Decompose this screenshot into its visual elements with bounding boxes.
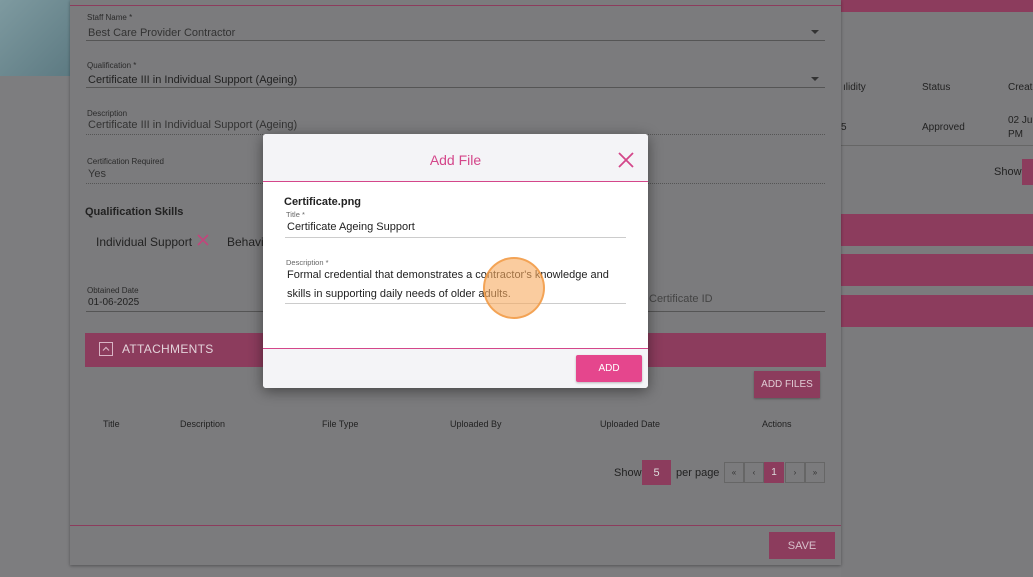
title-input[interactable]: Certificate Ageing Support bbox=[287, 221, 415, 233]
chevron-down-icon[interactable] bbox=[811, 30, 819, 34]
collapse-icon[interactable] bbox=[99, 342, 113, 356]
bg-section-bar-1 bbox=[841, 214, 1033, 246]
obtained-date-input[interactable]: 01-06-2025 bbox=[88, 297, 139, 308]
bg-row-status: Approved bbox=[922, 122, 965, 133]
bg-row-divider bbox=[841, 145, 1033, 146]
description-textarea[interactable]: Formal credential that demonstrates a co… bbox=[287, 266, 627, 304]
page-size-select[interactable]: 5 bbox=[642, 460, 671, 485]
qualification-underline bbox=[86, 87, 825, 88]
page-1-button[interactable]: 1 bbox=[764, 462, 784, 483]
bg-row-created-time: PM bbox=[1008, 129, 1023, 140]
title-field-label: Title * bbox=[286, 210, 305, 219]
col-actions: Actions bbox=[762, 419, 792, 429]
add-button[interactable]: ADD bbox=[576, 355, 642, 382]
background-header-bar bbox=[841, 0, 1033, 12]
bg-page-size bbox=[1022, 159, 1033, 185]
description-label: Description bbox=[87, 109, 128, 118]
bg-col-created: Create bbox=[1008, 82, 1033, 93]
background-image bbox=[0, 0, 70, 76]
modal-title: Add File bbox=[429, 152, 482, 168]
file-name: Certificate.png bbox=[284, 196, 362, 208]
staff-name-select[interactable]: Best Care Provider Contractor bbox=[88, 27, 235, 39]
first-page-button[interactable]: « bbox=[724, 462, 744, 483]
col-file-type: File Type bbox=[322, 419, 359, 429]
bg-row-validity: 5 bbox=[841, 122, 847, 133]
chevron-down-icon[interactable] bbox=[811, 77, 819, 81]
col-uploaded-date: Uploaded Date bbox=[600, 419, 661, 429]
bg-row-created: 02 Ju bbox=[1008, 115, 1033, 126]
close-icon[interactable] bbox=[617, 151, 635, 169]
qualification-label: Qualification * bbox=[87, 61, 137, 70]
attachments-title: ATTACHMENTS bbox=[122, 342, 214, 356]
skill-chip: Behavi bbox=[227, 235, 264, 249]
prev-page-button[interactable]: ‹ bbox=[744, 462, 764, 483]
click-indicator bbox=[483, 257, 545, 319]
bg-show-label: Show bbox=[994, 166, 1022, 178]
bg-section-bar-2 bbox=[841, 254, 1033, 286]
certificate-id-input[interactable]: Certificate ID bbox=[649, 293, 713, 305]
footer-divider bbox=[70, 525, 841, 526]
col-uploaded-by: Uploaded By bbox=[450, 419, 502, 429]
cert-required-field: Yes bbox=[88, 168, 106, 180]
bg-col-validity: ılidity bbox=[843, 82, 866, 93]
col-description: Description bbox=[180, 419, 226, 429]
panel-top-divider bbox=[70, 5, 841, 6]
remove-skill-icon[interactable] bbox=[196, 233, 210, 247]
certificate-id-underline bbox=[648, 311, 825, 312]
add-files-button[interactable]: ADD FILES bbox=[754, 371, 820, 398]
skill-chip: Individual Support bbox=[96, 235, 193, 249]
modal-header: Add File bbox=[263, 134, 648, 182]
save-button[interactable]: SAVE bbox=[769, 532, 835, 559]
qualification-select[interactable]: Certificate III in Individual Support (A… bbox=[88, 74, 297, 86]
skills-heading: Qualification Skills bbox=[85, 206, 184, 218]
per-page-label: per page bbox=[676, 467, 720, 479]
description-field: Certificate III in Individual Support (A… bbox=[88, 119, 298, 131]
col-title: Title bbox=[103, 419, 120, 429]
title-underline bbox=[285, 237, 626, 238]
add-file-modal: Add File Certificate.png Title * Certifi… bbox=[263, 134, 648, 388]
next-page-button[interactable]: › bbox=[785, 462, 805, 483]
last-page-button[interactable]: » bbox=[805, 462, 825, 483]
cert-required-label: Certification Required bbox=[87, 157, 164, 166]
bg-col-status: Status bbox=[922, 82, 951, 93]
show-label: Show bbox=[614, 467, 642, 479]
obtained-date-underline bbox=[86, 311, 276, 312]
staff-name-underline bbox=[86, 40, 825, 41]
obtained-date-label: Obtained Date bbox=[87, 286, 139, 295]
staff-name-label: Staff Name * bbox=[87, 13, 133, 22]
bg-section-bar-3 bbox=[841, 295, 1033, 327]
description-underline bbox=[285, 303, 626, 304]
